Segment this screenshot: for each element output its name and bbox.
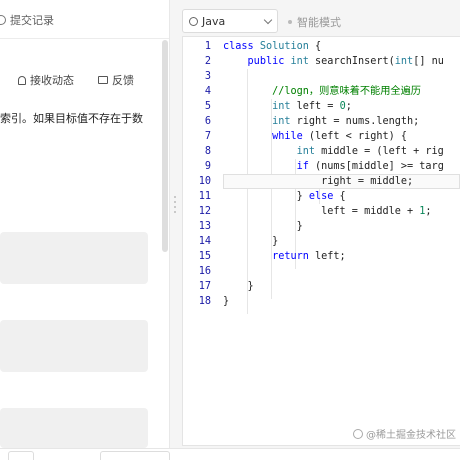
feedback-icon — [98, 76, 108, 84]
code-line[interactable]: 12 left = middle + 1; — [183, 204, 460, 219]
line-number: 9 — [204, 161, 211, 172]
juejin-logo-icon — [353, 428, 363, 439]
code-text: right = middle; — [223, 176, 414, 187]
code-line[interactable]: 7 while (left < right) { — [183, 129, 460, 144]
chevron-down-icon — [263, 15, 273, 24]
code-lines: 1 class Solution { 2 public int searchInse… — [183, 39, 460, 309]
code-line[interactable]: 17 } — [183, 279, 460, 294]
line-number: 16 — [198, 266, 211, 277]
subscribe-button[interactable]: 接收动态 — [18, 72, 74, 88]
code-text: //logn，则意味着不能用全遍历 — [272, 86, 421, 97]
code-editor[interactable]: 1 class Solution { 2 public int searchInse… — [182, 36, 460, 446]
code-line[interactable]: 3 — [183, 69, 460, 84]
problem-description: 索引。如果目标值不存在于数 — [0, 112, 143, 125]
watermark-text: @稀土掘金技术社区 — [366, 430, 456, 441]
code-text: class Solution { — [223, 41, 322, 52]
line-number: 1 — [204, 41, 211, 52]
code-line[interactable]: 5 int left = 0; — [183, 99, 460, 114]
code-line[interactable]: 18} — [183, 294, 460, 309]
line-number: 5 — [204, 101, 211, 112]
code-text: if (nums[middle] >= targ — [296, 161, 444, 172]
left-scrollbar[interactable] — [162, 40, 168, 252]
code-text: int left = 0; — [272, 101, 352, 112]
code-text: } — [223, 221, 303, 232]
example-block — [0, 232, 148, 284]
line-number: 6 — [204, 116, 211, 127]
code-text: } else { — [223, 191, 346, 202]
line-number: 14 — [198, 236, 211, 247]
line-number: 12 — [198, 206, 211, 217]
line-number: 4 — [204, 86, 211, 97]
language-select[interactable]: Java — [182, 9, 278, 33]
clock-icon — [0, 15, 6, 25]
editor-panel: Java 智能模式 1 class Solution { 2 public int … — [182, 0, 460, 460]
feedback-label: 反馈 — [112, 74, 134, 87]
subscribe-label: 接收动态 — [30, 74, 74, 87]
bell-icon — [18, 75, 26, 85]
tab-bar-divider — [0, 38, 169, 39]
code-text: int right = nums.length; — [272, 116, 420, 127]
code-line[interactable]: 14 } — [183, 234, 460, 249]
info-icon — [189, 16, 198, 26]
code-line[interactable]: 13 } — [183, 219, 460, 234]
example-block — [0, 320, 148, 372]
code-line[interactable]: 9 if (nums[middle] >= targ — [183, 159, 460, 174]
smart-mode-label: 智能模式 — [297, 16, 341, 29]
code-line[interactable]: 2 public int searchInsert(int[] nu — [183, 54, 460, 69]
watermark: @稀土掘金技术社区 — [353, 426, 456, 441]
console-button[interactable] — [8, 451, 34, 460]
example-block — [0, 408, 148, 448]
smart-mode-toggle[interactable]: 智能模式 — [288, 14, 341, 30]
code-text: return left; — [272, 251, 346, 262]
code-line[interactable]: 1 class Solution { — [183, 39, 460, 54]
code-line[interactable]: 6 int right = nums.length; — [183, 114, 460, 129]
drag-handle-icon — [174, 196, 177, 213]
code-text: while (left < right) { — [272, 131, 408, 142]
code-line[interactable]: 16 — [183, 264, 460, 279]
tab-submissions-label: 提交记录 — [10, 14, 54, 27]
panel-resize-handle[interactable] — [170, 0, 182, 460]
line-number: 10 — [198, 176, 211, 187]
line-number: 13 — [198, 221, 211, 232]
bottom-toolbar — [0, 448, 460, 460]
line-number: 8 — [204, 146, 211, 157]
line-number: 18 — [198, 296, 211, 307]
language-label: Java — [202, 14, 226, 28]
code-text: } — [223, 281, 254, 292]
tab-submissions[interactable]: 提交记录 — [0, 8, 54, 32]
code-line[interactable]: 11 } else { — [183, 189, 460, 204]
code-line[interactable]: 8 int middle = (left + rig — [183, 144, 460, 159]
status-dot-icon — [288, 20, 292, 24]
line-number: 2 — [204, 56, 211, 67]
problem-panel: 提交记录 接收动态 反馈 索引。如果目标值不存在于数 — [0, 0, 170, 460]
code-text: int middle = (left + rig — [296, 146, 444, 157]
problem-actions: 接收动态 反馈 — [18, 70, 134, 90]
code-text: left = middle + 1; — [223, 206, 432, 217]
run-button[interactable] — [100, 451, 170, 460]
code-text: public int searchInsert(int[] nu — [247, 56, 444, 67]
code-line[interactable]: 10 right = middle; — [183, 174, 460, 189]
line-number: 3 — [204, 71, 211, 82]
code-text: } — [223, 296, 230, 307]
feedback-button[interactable]: 反馈 — [98, 72, 134, 88]
code-line[interactable]: 15 return left; — [183, 249, 460, 264]
code-text: } — [223, 236, 279, 247]
line-number: 11 — [198, 191, 211, 202]
line-number: 15 — [198, 251, 211, 262]
line-number: 7 — [204, 131, 211, 142]
code-line[interactable]: 4 //logn，则意味着不能用全遍历 — [183, 84, 460, 99]
line-number: 17 — [198, 281, 211, 292]
